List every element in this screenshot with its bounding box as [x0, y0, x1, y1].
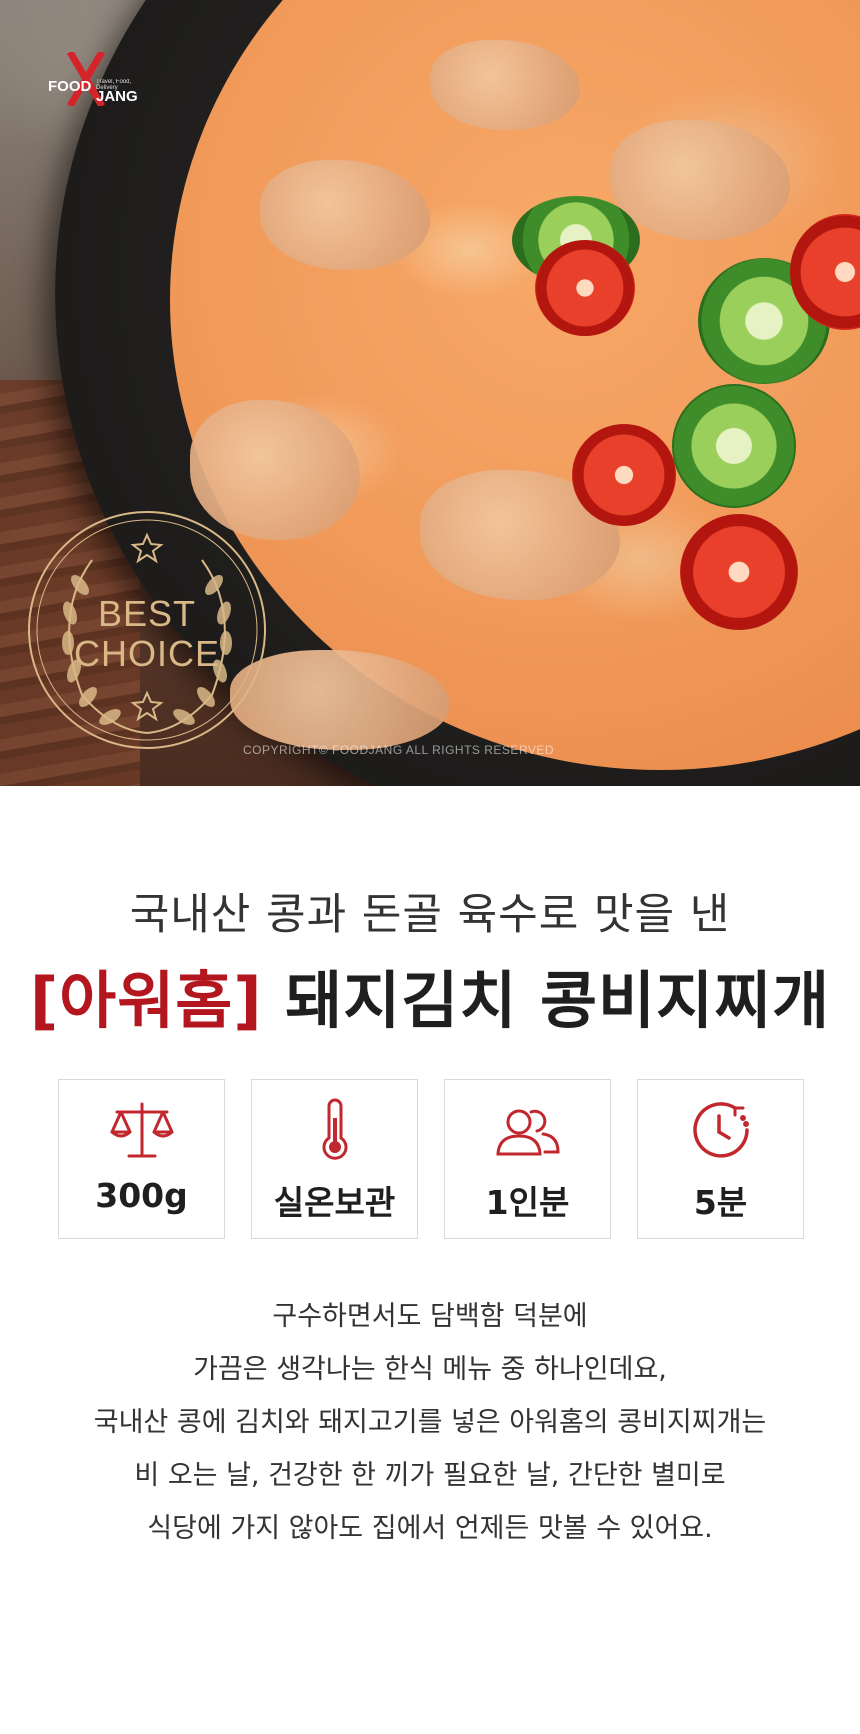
badge-text-best: BEST [97, 593, 197, 634]
spec-boxes: 300g 실온보관 1인분 5분 [58, 1079, 804, 1239]
red-pepper-slice [535, 240, 635, 336]
spec-storage-label: 실온보관 [273, 1183, 396, 1222]
pork-chunk [430, 40, 580, 130]
foodjang-logo: FOOD Travel, Food, Delivery JANG [44, 52, 154, 112]
description-line: 구수하면서도 담백함 덕분에 [272, 1301, 588, 1332]
people-icon [494, 1096, 562, 1164]
product-subtitle: 국내산 콩과 돈골 육수로 맛을 낸 [129, 890, 731, 940]
spec-cooktime: 5분 [637, 1079, 804, 1239]
best-choice-badge: BEST CHOICE [22, 505, 272, 755]
logo-text-food: FOOD [48, 78, 92, 95]
pork-chunk [610, 120, 790, 240]
red-pepper-slice [572, 424, 676, 526]
spec-cooktime-label: 5분 [693, 1183, 748, 1222]
spec-servings: 1인분 [444, 1079, 611, 1239]
product-description: 구수하면서도 담백함 덕분에 가끔은 생각나는 한식 메뉴 중 하나인데요, 국… [0, 1290, 860, 1555]
description-line: 식당에 가지 않아도 집에서 언제든 맛볼 수 있어요. [147, 1513, 713, 1544]
green-pepper-slice [672, 384, 796, 508]
spec-storage: 실온보관 [251, 1079, 418, 1239]
description-line: 가끔은 생각나는 한식 메뉴 중 하나인데요, [193, 1354, 667, 1385]
product-name: 돼지김치 콩비지찌개 [285, 964, 831, 1037]
brand-name: [아워홈] [29, 964, 263, 1037]
red-pepper-slice [680, 514, 798, 630]
scale-icon [108, 1096, 176, 1164]
spec-weight-label: 300g [95, 1176, 188, 1215]
product-title: [아워홈] 돼지김치 콩비지찌개 [0, 950, 860, 1040]
stew [170, 0, 860, 770]
description-line: 비 오는 날, 건강한 한 끼가 필요한 날, 간단한 별미로 [134, 1460, 726, 1491]
logo-text-jang: JANG [96, 88, 138, 105]
spec-servings-label: 1인분 [485, 1183, 570, 1222]
thermometer-icon [301, 1096, 369, 1164]
copyright-watermark: COPYRIGHT© FOODJANG ALL RIGHTS RESERVED [243, 743, 555, 757]
badge-text-choice: CHOICE [73, 633, 220, 674]
pork-chunk [260, 160, 430, 270]
description-line: 국내산 콩에 김치와 돼지고기를 넣은 아워홈의 콩비지찌개는 [93, 1407, 767, 1438]
hero-image: FOOD Travel, Food, Delivery JANG BEST CH… [0, 0, 860, 786]
clock-icon [687, 1096, 755, 1164]
spec-weight: 300g [58, 1079, 225, 1239]
